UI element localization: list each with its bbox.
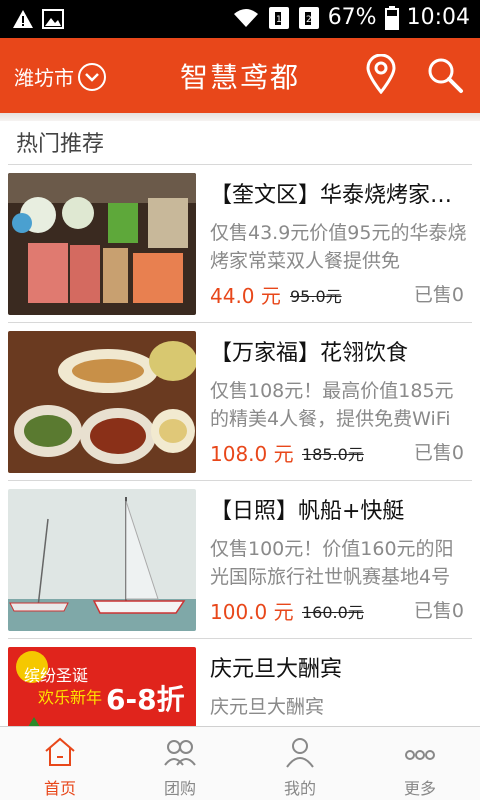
image-notification-icon <box>42 9 64 29</box>
battery-icon <box>384 5 399 30</box>
deal-title: 【奎文区】华泰烧烤家常菜 <box>210 183 472 208</box>
deal-price: 100.0 元 <box>210 600 294 624</box>
sold-count: 已售0 <box>413 600 464 622</box>
deal-title: 庆元旦大酬宾 <box>210 657 343 682</box>
home-icon <box>45 737 75 766</box>
sold-count: 已售0 <box>413 284 464 306</box>
list-item[interactable]: 【日照】帆船+快艇 仅售100元！价值160元的阳光国际旅行社世帆赛基地4号 1… <box>0 481 480 639</box>
deal-list[interactable]: 【奎文区】华泰烧烤家常菜 仅售43.9元价值95元的华泰烧烤家常菜双人餐提供免 … <box>0 165 480 797</box>
deal-description: 仅售108元！最高价值185元的精美4人餐，提供免费WiFi <box>210 380 454 430</box>
deal-title: 【万家福】花翎饮食 <box>210 341 409 366</box>
deal-title: 【日照】帆船+快艇 <box>210 499 405 524</box>
tab-more[interactable]: 更多 <box>360 727 480 800</box>
group-icon <box>164 740 196 766</box>
deal-image <box>8 173 196 315</box>
tab-home-label: 首页 <box>43 779 76 798</box>
sim2-signal-icon: 2 <box>298 6 319 29</box>
location-icon[interactable] <box>364 54 398 94</box>
tab-home[interactable]: 首页 <box>0 727 120 800</box>
tab-mine[interactable]: 我的 <box>240 727 360 800</box>
tab-more-label: 更多 <box>403 779 436 798</box>
promo-line1: 缤纷圣诞 <box>24 666 88 685</box>
promo-discount: 6-8折 <box>106 683 185 716</box>
deal-price: 44.0 元 <box>210 284 281 308</box>
list-item[interactable]: 【万家福】花翎饮食 仅售108元！最高价值185元的精美4人餐，提供免费WiFi… <box>0 323 480 481</box>
deal-description: 仅售43.9元价值95元的华泰烧烤家常菜双人餐提供免 <box>210 222 467 272</box>
bottom-tab-bar: 首页 团购 我的 更多 <box>0 726 480 800</box>
section-title: 热门推荐 <box>16 132 105 157</box>
search-icon[interactable] <box>426 56 464 94</box>
header-shadow <box>0 113 480 121</box>
promo-line2: 欢乐新年 <box>38 688 102 707</box>
deal-price: 108.0 元 <box>210 442 294 466</box>
sim1-signal-icon: 1 <box>268 6 289 29</box>
battery-percent: 67% <box>327 5 377 30</box>
svg-text:1: 1 <box>276 15 282 25</box>
deal-image <box>8 331 196 473</box>
sold-count: 已售0 <box>413 442 464 464</box>
svg-text:2: 2 <box>306 15 312 25</box>
tab-group-buy-label: 团购 <box>163 779 196 798</box>
tab-group-buy[interactable]: 团购 <box>120 727 240 800</box>
app-header: 潍坊市 智慧鸢都 <box>0 38 480 113</box>
more-icon <box>405 750 435 760</box>
app-title: 智慧鸢都 <box>179 61 300 94</box>
status-bar: 1 2 67% 10:04 <box>0 0 480 38</box>
original-price: 160.0元 <box>302 603 364 622</box>
wifi-icon <box>233 8 258 27</box>
deal-image <box>8 489 196 631</box>
warning-icon <box>13 10 33 28</box>
original-price: 95.0元 <box>290 287 342 306</box>
tab-mine-label: 我的 <box>283 779 316 798</box>
deal-description: 仅售100元！价值160元的阳光国际旅行社世帆赛基地4号 <box>210 538 454 588</box>
list-item[interactable]: 【奎文区】华泰烧烤家常菜 仅售43.9元价值95元的华泰烧烤家常菜双人餐提供免 … <box>0 165 480 323</box>
clock: 10:04 <box>406 5 470 30</box>
original-price: 185.0元 <box>302 445 364 464</box>
user-icon <box>286 738 314 768</box>
